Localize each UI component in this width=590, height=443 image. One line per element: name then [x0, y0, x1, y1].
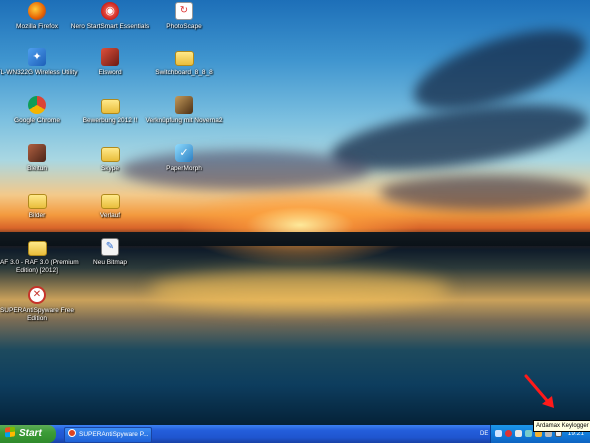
folder-icon — [100, 194, 120, 209]
desktop-icon-switchboard[interactable]: Switchboard_8_8_8 — [141, 48, 227, 77]
noverna-icon — [175, 96, 193, 114]
security-icon[interactable] — [505, 430, 512, 437]
taskbar: Start SUPERAntiSpyware P... DE 19:21 — [0, 425, 590, 443]
taskbar-item-label: SUPERAntiSpyware P... — [79, 431, 149, 438]
chrome-icon — [28, 96, 46, 114]
folder-icon — [174, 51, 194, 66]
nero-icon: ◉ — [101, 2, 119, 20]
desktop-icon-neu-bitmap[interactable]: ✎ Neu Bitmap — [67, 238, 153, 267]
windows-logo-icon — [5, 426, 15, 438]
taskbar-item-superantispyware[interactable]: SUPERAntiSpyware P... — [64, 427, 152, 443]
superantispyware-icon — [68, 429, 76, 437]
desktop-icon-photoscape[interactable]: ↻ PhotoScape — [141, 2, 227, 31]
network-icon[interactable] — [495, 430, 502, 437]
desktop-icon-verlauf[interactable]: Verlauf — [67, 191, 153, 220]
firefox-icon — [28, 2, 46, 20]
red-arrow-icon — [524, 374, 554, 408]
papermorph-icon: ✓ — [175, 144, 193, 162]
folder-icon — [100, 147, 120, 162]
elsword-icon — [101, 48, 119, 66]
start-button[interactable]: Start — [0, 425, 56, 443]
language-indicator[interactable]: DE — [480, 425, 488, 443]
wireless-utility-icon: ✦ — [28, 48, 46, 66]
bitmap-icon: ✎ — [101, 238, 119, 256]
start-label: Start — [19, 428, 42, 439]
desktop-icon-papermorph[interactable]: ✓ PaperMorph — [141, 144, 227, 173]
sky-cloud — [380, 175, 590, 210]
folder-icon — [27, 241, 47, 256]
app-icon — [28, 144, 46, 162]
desktop-icon-verknuepfung-mit-noverna2[interactable]: Verknüpfung mit Noverna2 — [141, 96, 227, 125]
chat-icon[interactable] — [525, 430, 532, 437]
photoscape-icon: ↻ — [175, 2, 193, 20]
folder-icon — [27, 194, 47, 209]
folder-icon — [100, 99, 120, 114]
keylogger-tooltip: Ardamax Keylogger — [533, 420, 590, 432]
antivirus-icon[interactable] — [515, 430, 522, 437]
sun-reflection — [150, 270, 450, 310]
desktop-icon-superantispyware-free-edition[interactable]: ✕ SUPERAntiSpyware Free Edition — [0, 286, 80, 323]
desktop: Mozilla Firefox ✦ TL-WN322G Wireless Uti… — [0, 0, 590, 425]
superantispyware-icon: ✕ — [28, 286, 46, 304]
